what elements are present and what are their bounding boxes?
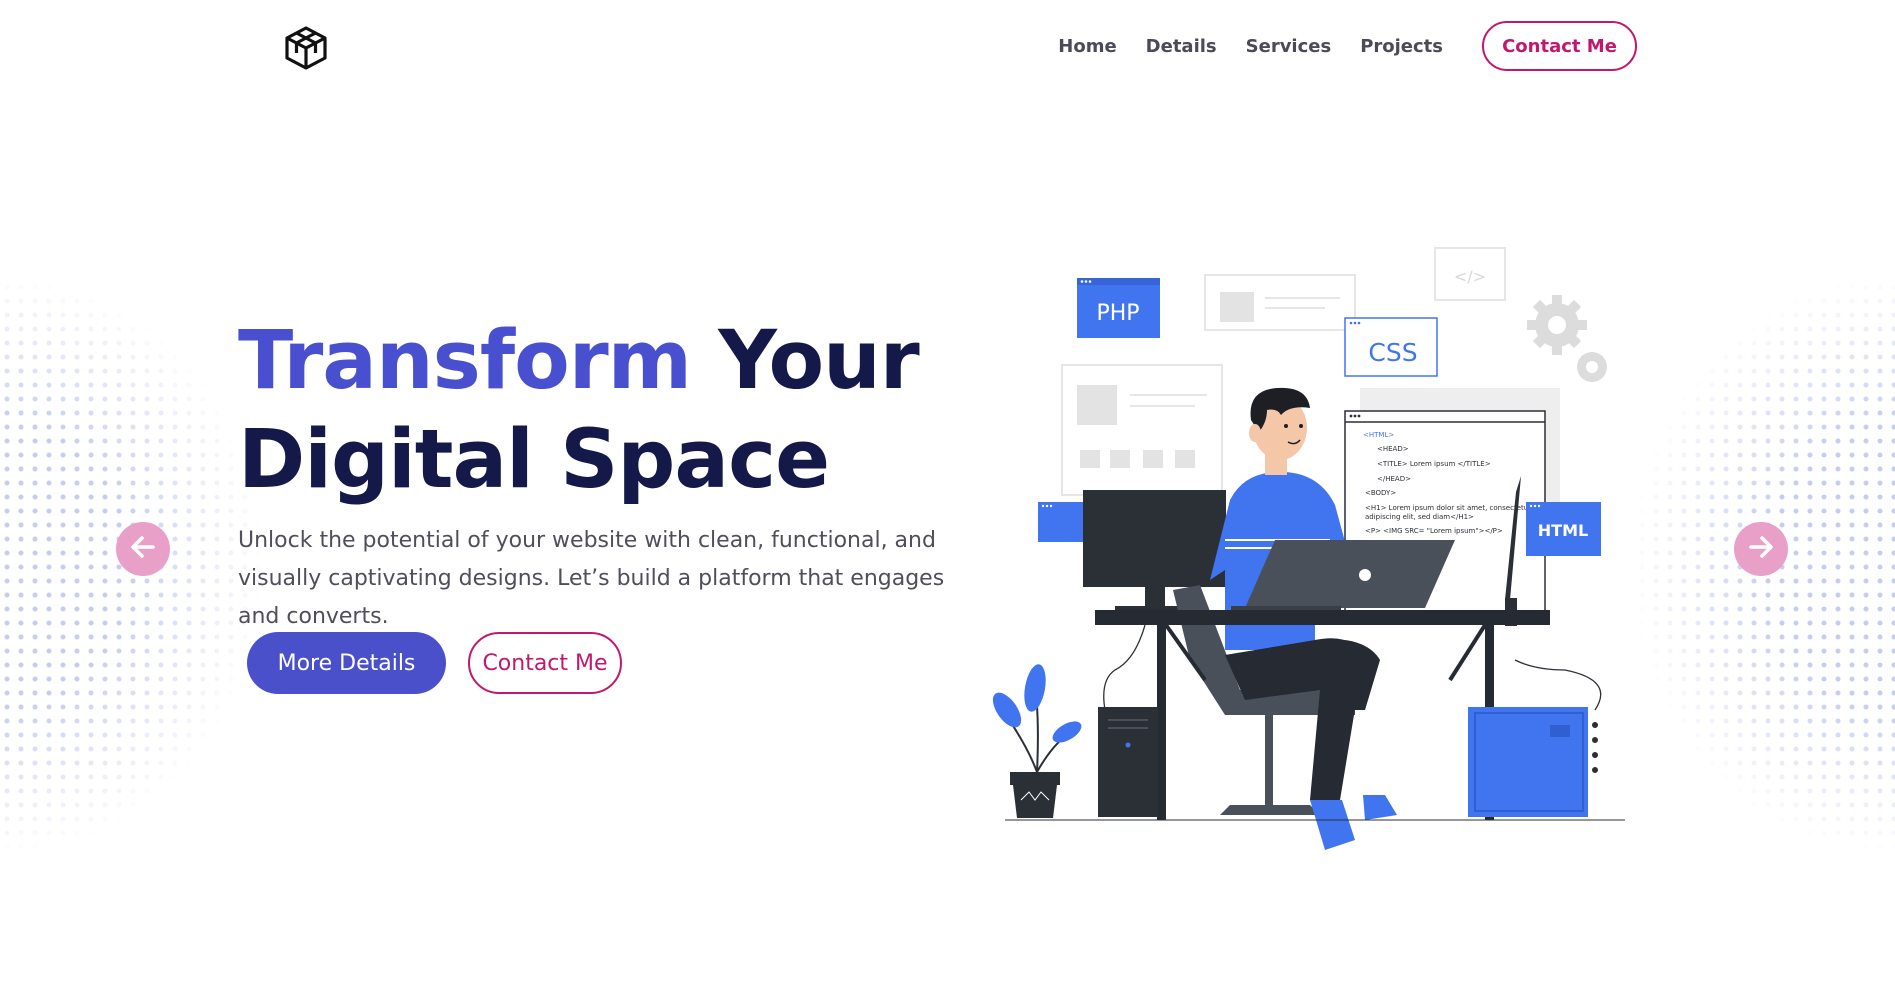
html-badge-label: HTML [1538,521,1588,540]
potted-plant-icon [992,664,1082,818]
nav-link-projects[interactable]: Projects [1360,36,1443,57]
carousel-next-button[interactable] [1734,522,1788,576]
hero-title-accent: Transform [238,314,692,408]
nav-link-services[interactable]: Services [1246,36,1332,57]
arrow-right-icon [1746,532,1776,567]
css-badge: CSS [1344,317,1438,377]
nav-link-details[interactable]: Details [1146,36,1217,57]
cube-logo-icon[interactable] [283,25,329,71]
code-line-8: <P> <IMG SRC= "Lorem ipsum"></P> [1365,527,1503,535]
developer-illustration-svg: </> PHP CSS <HTML> <HEAD> <TITLE> Lorem … [992,247,1625,850]
contact-me-button[interactable]: Contact Me [468,632,622,694]
code-line-6: <H1> Lorem ipsum dolor sit amet, consect… [1365,504,1531,512]
nav-contact-button[interactable]: Contact Me [1482,21,1637,71]
blue-cabinet [1468,707,1598,817]
code-line-4: </HEAD> [1377,475,1411,483]
site-header: Home Details Services Projects Contact M… [0,0,1895,95]
code-line-1: <HTML> [1363,431,1394,439]
php-badge: PHP [1077,278,1160,338]
main-nav: Home Details Services Projects Contact M… [1058,21,1637,71]
php-badge-label: PHP [1096,301,1139,326]
code-line-5: <BODY> [1365,489,1396,497]
nav-link-home[interactable]: Home [1058,36,1116,57]
pc-tower [1098,707,1158,817]
html-badge: HTML [1526,502,1601,556]
hero-title: Transform Your Digital Space [238,312,920,510]
more-details-button[interactable]: More Details [247,632,446,694]
carousel-prev-button[interactable] [116,522,170,576]
css-badge-label: CSS [1368,338,1417,367]
gears-icon [1527,295,1607,382]
desktop-monitor [1083,490,1226,614]
code-line-3: <TITLE> Lorem ipsum </TITLE> [1377,460,1491,468]
code-line-7: adipiscing elit, sed diam</H1> [1365,513,1474,521]
code-line-2: <HEAD> [1377,445,1409,453]
hero-title-line2: Digital Space [238,413,830,507]
arrow-left-icon [128,532,158,567]
developer-illustration: </> PHP CSS <HTML> <HEAD> <TITLE> Lorem … [985,240,1625,870]
hero-title-line1-rest: Your [691,314,919,408]
hero-description: Unlock the potential of your website wit… [238,528,945,629]
svg-text:</>: </> [1454,267,1486,286]
